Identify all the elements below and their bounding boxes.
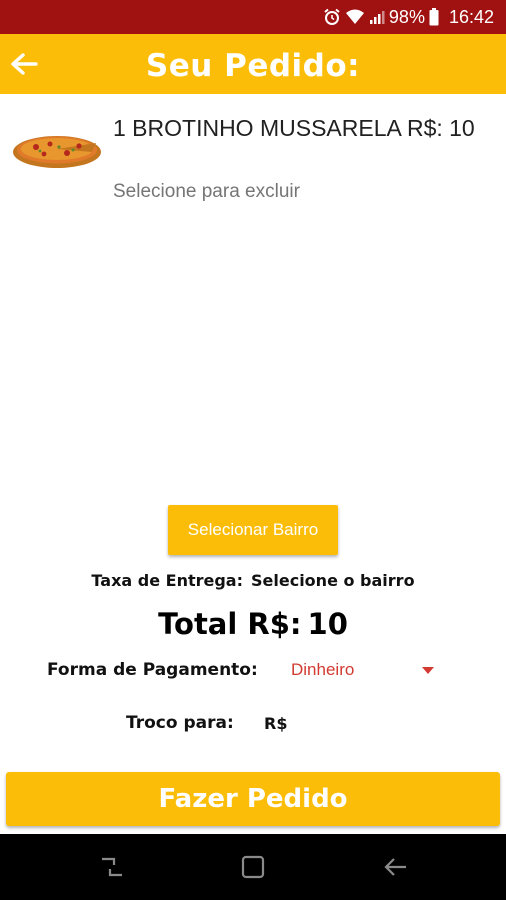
- app-bar: Seu Pedido:: [0, 34, 506, 94]
- place-order-button[interactable]: Fazer Pedido: [6, 772, 500, 826]
- status-bar: 98% 16:42: [0, 0, 506, 34]
- delivery-fee-row: Taxa de Entrega: Selecione o bairro: [0, 571, 506, 590]
- change-amount-input[interactable]: [258, 705, 408, 741]
- select-neighborhood-button[interactable]: Selecionar Bairro: [168, 505, 338, 555]
- system-back-button[interactable]: [376, 850, 416, 884]
- battery-percent: 98%: [388, 6, 425, 27]
- page-title: Seu Pedido:: [145, 48, 361, 84]
- payment-method-select[interactable]: Dinheiro: [286, 655, 442, 687]
- delivery-fee-label: Taxa de Entrega:: [91, 571, 243, 590]
- delivery-fee-value: Selecione o bairro: [251, 571, 415, 590]
- alarm-icon: [323, 8, 341, 26]
- order-item-hint: Selecione para excluir: [113, 181, 300, 202]
- home-icon: [241, 855, 265, 879]
- total-label: Total R$:: [158, 607, 302, 641]
- order-item-name: 1 BROTINHO MUSSARELA R$: 10: [113, 115, 475, 141]
- back-icon: [384, 858, 406, 876]
- battery-icon: [429, 8, 439, 26]
- recent-apps-icon: [102, 857, 122, 877]
- wifi-icon: [345, 9, 365, 25]
- navigation-bar: [0, 834, 506, 900]
- dropdown-arrow-icon: [422, 667, 434, 674]
- status-time: 16:42: [448, 6, 494, 27]
- pizza-thumbnail: [12, 120, 102, 170]
- total-row: Total R$: 10: [0, 607, 506, 641]
- home-button[interactable]: [233, 850, 273, 884]
- payment-method-value: Dinheiro: [291, 660, 355, 679]
- recent-apps-button[interactable]: [92, 850, 132, 884]
- total-value: 10: [307, 607, 348, 641]
- signal-icon: [369, 9, 385, 25]
- payment-label: Forma de Pagamento:: [47, 660, 258, 680]
- status-icons: 98% 16:42: [323, 5, 494, 29]
- change-label: Troco para:: [126, 713, 234, 733]
